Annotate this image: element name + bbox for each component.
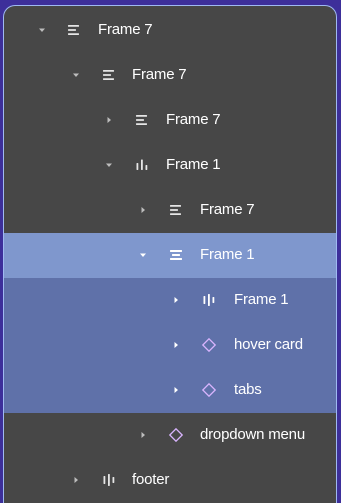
layer-label: tabs [234, 381, 262, 398]
caret-down-icon[interactable] [104, 160, 114, 170]
caret-down-icon[interactable] [37, 25, 47, 35]
layer-row-dropdown-menu[interactable]: dropdown menu [4, 413, 336, 458]
layer-row-frame-1[interactable]: Frame 1 [4, 278, 336, 323]
layer-label: dropdown menu [200, 426, 305, 443]
layer-label: Frame 7 [98, 21, 153, 38]
layer-row-frame-1-selected[interactable]: Frame 1 [4, 233, 336, 278]
align-middle-icon [201, 292, 217, 308]
caret-right-icon[interactable] [138, 205, 148, 215]
layer-row-tabs[interactable]: tabs [4, 368, 336, 413]
align-left-icon [101, 67, 117, 83]
layer-label: Frame 1 [200, 246, 255, 263]
layer-row-footer[interactable]: footer [4, 458, 336, 503]
layer-label: Frame 1 [166, 156, 221, 173]
layer-row-frame-7[interactable]: Frame 7 [4, 98, 336, 143]
align-bottom-icon [134, 157, 150, 173]
layer-label: Frame 1 [234, 291, 289, 308]
caret-down-icon[interactable] [71, 70, 81, 80]
caret-right-icon[interactable] [171, 340, 181, 350]
caret-right-icon[interactable] [171, 385, 181, 395]
layer-row-frame-7[interactable]: Frame 7 [4, 53, 336, 98]
component-instance-icon [201, 382, 217, 398]
component-instance-icon [201, 337, 217, 353]
layer-row-frame-7[interactable]: Frame 7 [4, 188, 336, 233]
layer-label: Frame 7 [166, 111, 221, 128]
caret-right-icon[interactable] [71, 475, 81, 485]
caret-right-icon[interactable] [171, 295, 181, 305]
layer-row-hover-card[interactable]: hover card [4, 323, 336, 368]
layer-label: footer [132, 471, 170, 488]
layer-row-frame-7[interactable]: Frame 7 [4, 8, 336, 53]
align-middle-icon [101, 472, 117, 488]
component-instance-icon [168, 427, 184, 443]
align-left-icon [134, 112, 150, 128]
align-center-icon [168, 247, 184, 263]
align-left-icon [168, 202, 184, 218]
layer-label: hover card [234, 336, 303, 353]
align-left-icon [66, 22, 82, 38]
layer-row-frame-1[interactable]: Frame 1 [4, 143, 336, 188]
caret-right-icon[interactable] [104, 115, 114, 125]
caret-down-icon[interactable] [138, 250, 148, 260]
layer-label: Frame 7 [132, 66, 187, 83]
layer-label: Frame 7 [200, 201, 255, 218]
caret-right-icon[interactable] [138, 430, 148, 440]
layers-panel: Frame 7 Frame 7 Frame 7 Frame 1 Frame 7 … [3, 5, 337, 503]
